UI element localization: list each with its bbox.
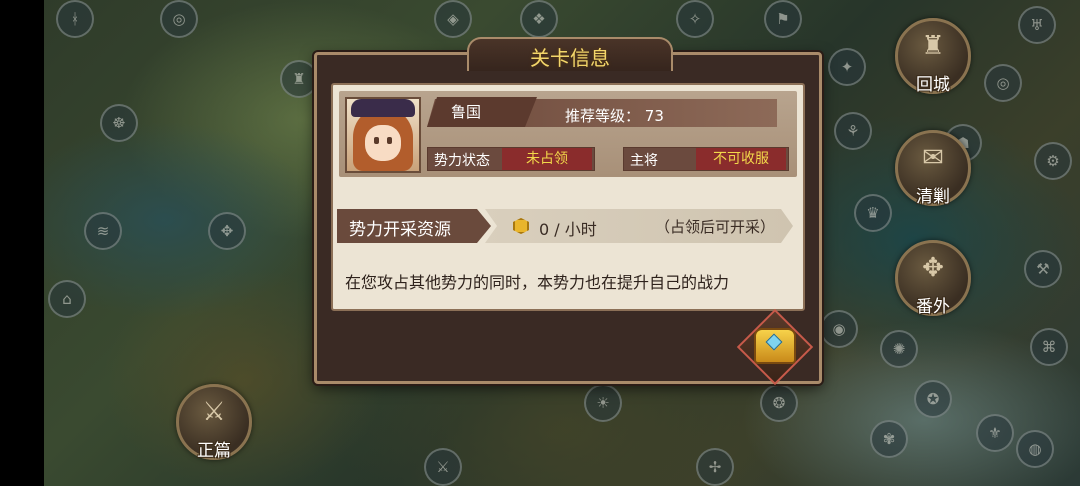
map-node[interactable]: ⚒ xyxy=(1024,250,1062,288)
map-node[interactable]: ✦ xyxy=(828,48,866,86)
resource-amount: 0 / 小时 xyxy=(539,220,597,239)
map-node[interactable]: ♛ xyxy=(854,194,892,232)
map-node[interactable]: ⌘ xyxy=(1030,328,1068,366)
general-status-cell: 主将 不可收服 xyxy=(623,147,789,171)
faction-status-cell: 势力状态 未占领 xyxy=(427,147,595,171)
map-node[interactable]: ✾ xyxy=(870,420,908,458)
map-node[interactable]: ✢ xyxy=(696,448,734,486)
map-node[interactable]: ☸ xyxy=(100,104,138,142)
map-node[interactable]: ♜ xyxy=(280,60,318,98)
main-story-label: 正篇 xyxy=(197,441,231,461)
map-node[interactable]: ◎ xyxy=(984,64,1022,102)
castle-icon: ♜ xyxy=(921,31,945,61)
scroll-icon: ✥ xyxy=(922,253,944,283)
main-story-button[interactable]: ⚔ 正篇 xyxy=(176,384,252,461)
hero-portrait-avatar[interactable] xyxy=(345,97,421,173)
map-node[interactable]: ⚘ xyxy=(834,112,872,150)
return-city-button[interactable]: ♜ 回城 xyxy=(895,18,971,95)
description-text: 在您攻占其他势力的同时，本势力也在提升自己的战力 xyxy=(345,273,730,292)
dialog-title: 关卡信息 xyxy=(530,46,610,70)
recommended-level: 推荐等级： 73 xyxy=(565,105,664,126)
scroll-map-icon: ✉ xyxy=(922,143,944,173)
map-node[interactable]: ☀ xyxy=(584,384,622,422)
crossed-swords-icon: ⚔ xyxy=(202,397,226,427)
dialog-content: 鲁国 推荐等级： 73 势力状态 未占领 主将 不可收服 势力开采资源 0 / … xyxy=(331,83,805,311)
map-node[interactable]: ✺ xyxy=(880,330,918,368)
name-tab xyxy=(427,97,537,127)
resource-label-box: 势力开采资源 xyxy=(337,209,491,243)
dialog-title-tab: 关卡信息 xyxy=(467,37,673,71)
map-node[interactable]: ⚙ xyxy=(1034,142,1072,180)
campaign-button[interactable]: ✉ 清剿 xyxy=(895,130,971,207)
hero-name: 鲁国 xyxy=(451,103,482,121)
map-node[interactable]: ◎ xyxy=(160,0,198,38)
extra-label: 番外 xyxy=(916,297,950,317)
map-node[interactable]: ❖ xyxy=(520,0,558,38)
map-node[interactable]: ⚔ xyxy=(424,448,462,486)
general-value: 不可收服 xyxy=(696,148,786,170)
map-node[interactable]: ✧ xyxy=(676,0,714,38)
campaign-label: 清剿 xyxy=(916,187,950,207)
treasure-chest-button[interactable] xyxy=(736,308,814,386)
map-node[interactable]: ♅ xyxy=(1018,6,1056,44)
recommended-level-value: 73 xyxy=(644,107,664,125)
general-label: 主将 xyxy=(630,153,658,169)
map-node[interactable]: ❂ xyxy=(760,384,798,422)
map-node[interactable]: ◍ xyxy=(1016,430,1054,468)
map-node[interactable]: ⚑ xyxy=(764,0,802,38)
resource-row: 势力开采资源 0 / 小时 （占领后可开采） xyxy=(337,209,799,243)
extra-button[interactable]: ✥ 番外 xyxy=(895,240,971,317)
map-node[interactable]: ⌂ xyxy=(48,280,86,318)
return-city-label: 回城 xyxy=(916,75,950,95)
hero-info-card: 鲁国 推荐等级： 73 势力状态 未占领 主将 不可收服 xyxy=(339,91,797,177)
map-node[interactable]: ✪ xyxy=(914,380,952,418)
map-node[interactable]: ◈ xyxy=(434,0,472,38)
recommended-level-label: 推荐等级： xyxy=(565,107,641,125)
map-node[interactable]: ᚼ xyxy=(56,0,94,38)
map-node[interactable]: ◉ xyxy=(820,310,858,348)
map-node[interactable]: ⚜ xyxy=(976,414,1014,452)
faction-status-value: 未占领 xyxy=(502,148,592,170)
faction-status-label: 势力状态 xyxy=(434,153,490,169)
resource-note: （占领后可开采） xyxy=(655,218,776,236)
map-node[interactable]: ≋ xyxy=(84,212,122,250)
map-node[interactable]: ✥ xyxy=(208,212,246,250)
resource-label: 势力开采资源 xyxy=(349,220,451,240)
